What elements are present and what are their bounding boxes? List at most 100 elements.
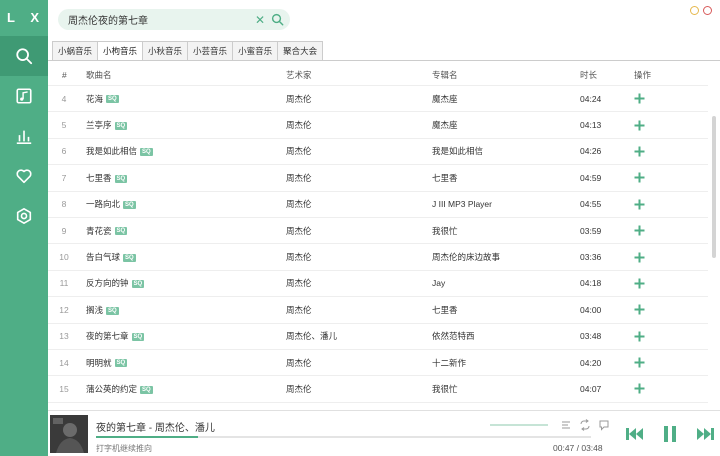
- row-album: 七里香: [432, 172, 458, 183]
- table-row[interactable]: 6 我是如此相信 SQ 周杰伦 我是如此相信 04:26: [48, 139, 708, 166]
- add-icon[interactable]: [634, 383, 645, 394]
- row-album: J III MP3 Player: [432, 199, 492, 210]
- search-button[interactable]: [268, 11, 286, 29]
- table-row[interactable]: 12 搁浅 SQ 周杰伦 七里香 04:00: [48, 297, 708, 324]
- volume-bar[interactable]: [490, 424, 548, 426]
- header-album: 专辑名: [432, 69, 458, 80]
- row-duration: 03:59: [580, 225, 602, 236]
- add-icon[interactable]: [634, 146, 645, 157]
- pause-icon[interactable]: [659, 423, 681, 445]
- row-artist: 周杰伦: [286, 304, 312, 315]
- add-icon[interactable]: [634, 120, 645, 131]
- nav-song-list[interactable]: [0, 76, 48, 116]
- progress-bar[interactable]: [96, 436, 591, 438]
- table-row[interactable]: 9 青花瓷 SQ 周杰伦 我很忙 03:59: [48, 218, 708, 245]
- tab-source-4[interactable]: 小芸音乐: [188, 41, 234, 61]
- header-num: #: [62, 69, 67, 80]
- row-num: 4: [61, 93, 67, 104]
- table-header: # 歌曲名 艺术家 专辑名 时长 操作: [48, 64, 708, 86]
- row-album: 七里香: [432, 304, 458, 315]
- player-bar: 夜的第七章 - 周杰伦、潘儿 打字机继续推向 00:47 / 03:48: [48, 410, 720, 456]
- row-artist: 周杰伦: [286, 252, 312, 263]
- row-num: 11: [59, 278, 69, 289]
- add-icon[interactable]: [634, 172, 645, 183]
- sq-badge: SQ: [114, 121, 128, 130]
- sq-badge: SQ: [131, 280, 145, 289]
- row-song-name: 一路向北 SQ: [86, 199, 136, 210]
- add-icon[interactable]: [634, 225, 645, 236]
- tab-source-1[interactable]: 小蜗音乐: [52, 41, 99, 61]
- row-num: 13: [59, 331, 69, 342]
- table-row[interactable]: 4 花海 SQ 周杰伦 魔杰座 04:24: [48, 86, 708, 113]
- sq-badge: SQ: [114, 227, 128, 236]
- scrollbar-thumb[interactable]: [712, 116, 716, 258]
- settings-icon: [16, 207, 32, 225]
- comment-icon[interactable]: [598, 419, 610, 431]
- row-num: 7: [61, 172, 67, 183]
- table-row[interactable]: 14 明明就 SQ 周杰伦 十二新作 04:20: [48, 350, 708, 377]
- minimize-button[interactable]: [690, 6, 699, 15]
- row-song-name: 七里香 SQ: [86, 172, 128, 183]
- clear-icon[interactable]: ✕: [252, 12, 268, 28]
- now-playing-lyric: 打字机继续推向: [96, 444, 152, 453]
- search-submit-icon: [271, 13, 283, 26]
- table-row[interactable]: 8 一路向北 SQ 周杰伦 J III MP3 Player 04:55: [48, 192, 708, 218]
- lyrics-toggle-icon[interactable]: [560, 419, 572, 431]
- add-icon[interactable]: [634, 199, 645, 210]
- heart-icon: [16, 169, 32, 184]
- header-op: 操作: [634, 69, 652, 80]
- row-album: Jay: [432, 278, 446, 289]
- album-cover[interactable]: [50, 415, 88, 453]
- sq-badge: SQ: [131, 332, 145, 341]
- table-row[interactable]: 7 七里香 SQ 周杰伦 七里香 04:59: [48, 165, 708, 192]
- app-logo: L X: [7, 10, 45, 25]
- nav-settings[interactable]: [0, 196, 48, 236]
- row-num: 15: [59, 383, 69, 394]
- table-row[interactable]: 5 兰亭序 SQ 周杰伦 魔杰座 04:13: [48, 112, 708, 139]
- row-album: 依然范特西: [432, 331, 475, 342]
- tab-source-3[interactable]: 小秋音乐: [143, 41, 189, 61]
- row-song-name: 明明就 SQ: [86, 357, 128, 368]
- search-icon: [16, 48, 33, 65]
- close-button[interactable]: [703, 6, 712, 15]
- row-song-name: 蒲公英的约定 SQ: [86, 383, 153, 394]
- add-icon[interactable]: [634, 331, 645, 342]
- row-num: 10: [59, 252, 69, 263]
- add-icon[interactable]: [634, 93, 645, 104]
- table-row[interactable]: 10 告白气球 SQ 周杰伦 周杰伦的床边故事 03:36: [48, 244, 708, 271]
- row-artist: 周杰伦: [286, 225, 312, 236]
- sidebar: L X: [0, 0, 48, 456]
- search-input[interactable]: [68, 14, 252, 25]
- window-controls: [690, 6, 712, 15]
- progress-fill: [96, 436, 198, 438]
- tab-source-5[interactable]: 小蜜音乐: [233, 41, 279, 61]
- sq-badge: SQ: [140, 148, 153, 157]
- add-icon[interactable]: [634, 278, 645, 289]
- row-artist: 周杰伦、潘儿: [286, 331, 338, 342]
- sq-badge: SQ: [114, 174, 128, 183]
- next-icon[interactable]: [694, 423, 716, 445]
- add-icon[interactable]: [634, 304, 645, 315]
- row-num: 9: [61, 225, 67, 236]
- now-playing-title: 夜的第七章 - 周杰伦、潘儿: [96, 423, 215, 434]
- tab-source-2[interactable]: 小枸音乐: [98, 41, 144, 61]
- repeat-icon[interactable]: [579, 419, 591, 431]
- row-song-name: 花海 SQ: [86, 93, 119, 104]
- add-icon[interactable]: [634, 357, 645, 368]
- table-row[interactable]: 15 蒲公英的约定 SQ 周杰伦 我很忙 04:07: [48, 376, 708, 403]
- nav-search[interactable]: [0, 36, 48, 76]
- row-album: 周杰伦的床边故事: [432, 252, 501, 263]
- row-album: 我是如此相信: [432, 146, 484, 157]
- row-artist: 周杰伦: [286, 278, 312, 289]
- add-icon[interactable]: [634, 252, 645, 263]
- row-artist: 周杰伦: [286, 146, 312, 157]
- previous-icon[interactable]: [624, 423, 646, 445]
- table-row[interactable]: 13 夜的第七章 SQ 周杰伦、潘儿 依然范特西 03:48: [48, 324, 708, 350]
- row-duration: 04:26: [580, 146, 602, 157]
- nav-leaderboard[interactable]: [0, 116, 48, 156]
- tab-source-6[interactable]: 聚合大会: [278, 41, 324, 61]
- song-list: 4 花海 SQ 周杰伦 魔杰座 04:24 5 兰亭序 SQ 周杰伦 魔杰座 04:13 6 我是如此相信…: [48, 86, 708, 403]
- table-row[interactable]: 11 反方向的钟 SQ 周杰伦 Jay 04:18: [48, 271, 708, 298]
- row-artist: 周杰伦: [286, 199, 312, 210]
- nav-favorites[interactable]: [0, 156, 48, 196]
